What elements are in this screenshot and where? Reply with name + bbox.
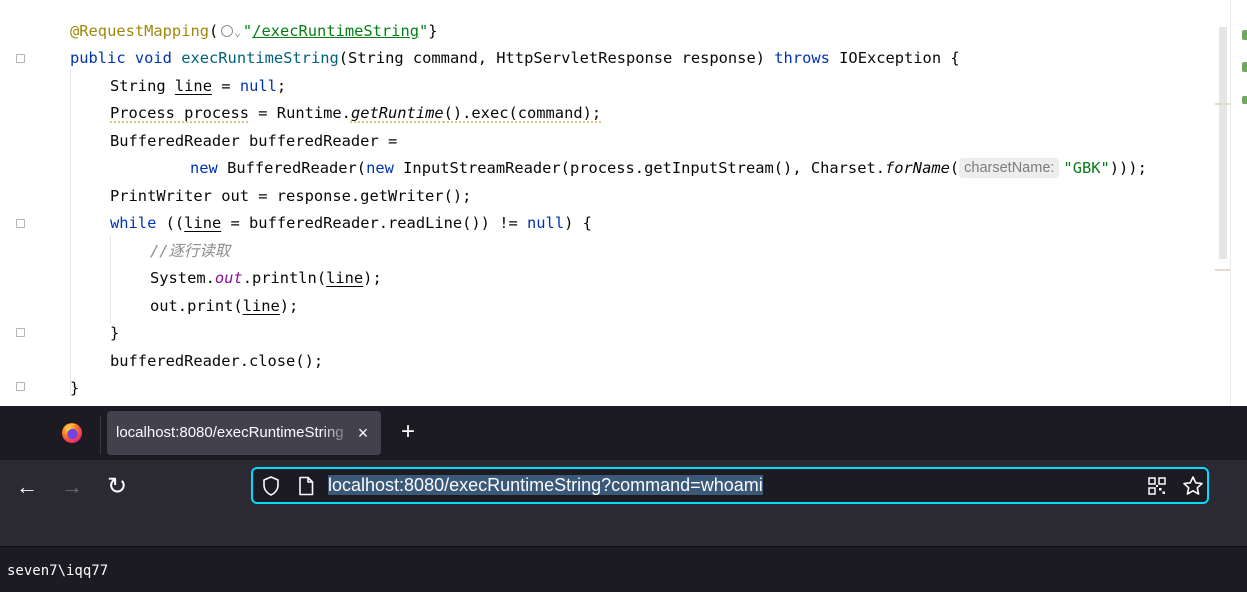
tab-title: localhost:8080/execRuntimeString (116, 424, 344, 441)
code-line: BufferedReader bufferedReader = (110, 132, 398, 150)
close-icon[interactable]: × (353, 423, 373, 443)
fold-icon[interactable] (16, 54, 25, 63)
fold-icon[interactable] (16, 219, 25, 228)
reload-button[interactable]: ↻ (102, 472, 132, 502)
page-icon[interactable] (298, 476, 314, 496)
code-line: new BufferedReader(new InputStreamReader… (190, 158, 1147, 178)
fold-icon[interactable] (16, 328, 25, 337)
code-line: } (70, 379, 80, 397)
code-line: while ((line = bufferedReader.readLine()… (110, 214, 592, 232)
check-icon (1242, 30, 1247, 40)
warning-marker[interactable] (1215, 103, 1231, 105)
code-editor[interactable]: @RequestMapping(⌄ "/execRuntimeString"} p… (0, 0, 1247, 406)
request-path-link[interactable]: /execRuntimeString (252, 22, 419, 40)
editor-scrollbar[interactable] (1219, 27, 1227, 259)
navigation-toolbar: ← → ↻ localhost:8080/execRuntimeString?c… (0, 460, 1247, 546)
back-button[interactable]: ← (12, 472, 42, 502)
url-input[interactable]: localhost:8080/execRuntimeString?command… (328, 469, 763, 502)
parameter-hint: charsetName: (959, 158, 1060, 178)
warning-marker[interactable] (1215, 269, 1231, 271)
code-line: bufferedReader.close(); (110, 352, 324, 370)
code-line: //逐行读取 (150, 242, 231, 260)
code-line: System.out.println(line); (150, 269, 382, 287)
code-line: out.print(line); (150, 297, 299, 315)
browser-tab-strip: localhost:8080/execRuntimeString × + (0, 406, 1247, 460)
indent-guide (70, 70, 71, 396)
code-line: @RequestMapping(⌄ "/execRuntimeString"} (70, 22, 438, 40)
editor-right-border (1230, 0, 1231, 406)
url-bar[interactable]: localhost:8080/execRuntimeString?command… (251, 467, 1209, 504)
globe-icon[interactable] (221, 25, 234, 37)
tab-active[interactable]: localhost:8080/execRuntimeString × (107, 411, 381, 455)
code-line: } (110, 324, 120, 342)
fold-icon[interactable] (16, 382, 25, 391)
indent-guide (110, 236, 111, 324)
qr-code-icon[interactable] (1148, 477, 1166, 495)
code-line: String line = null; (110, 77, 287, 95)
code-line: public void execRuntimeString(String com… (70, 49, 960, 67)
shield-icon[interactable] (262, 476, 280, 496)
command-output: seven7\iqq77 (7, 563, 109, 579)
new-tab-button[interactable]: + (396, 420, 420, 445)
check-icon (1242, 96, 1247, 104)
forward-button[interactable]: → (57, 472, 87, 502)
bookmark-star-icon[interactable] (1182, 475, 1204, 497)
chevron-down-icon[interactable]: ⌄ (234, 26, 241, 39)
page-content: seven7\iqq77 (0, 546, 1247, 592)
firefox-logo-icon[interactable] (61, 422, 83, 444)
code-line: PrintWriter out = response.getWriter(); (110, 187, 472, 205)
check-icon (1242, 62, 1247, 72)
tab-separator (100, 416, 101, 454)
code-line: Process process = Runtime.getRuntime().e… (110, 104, 602, 122)
